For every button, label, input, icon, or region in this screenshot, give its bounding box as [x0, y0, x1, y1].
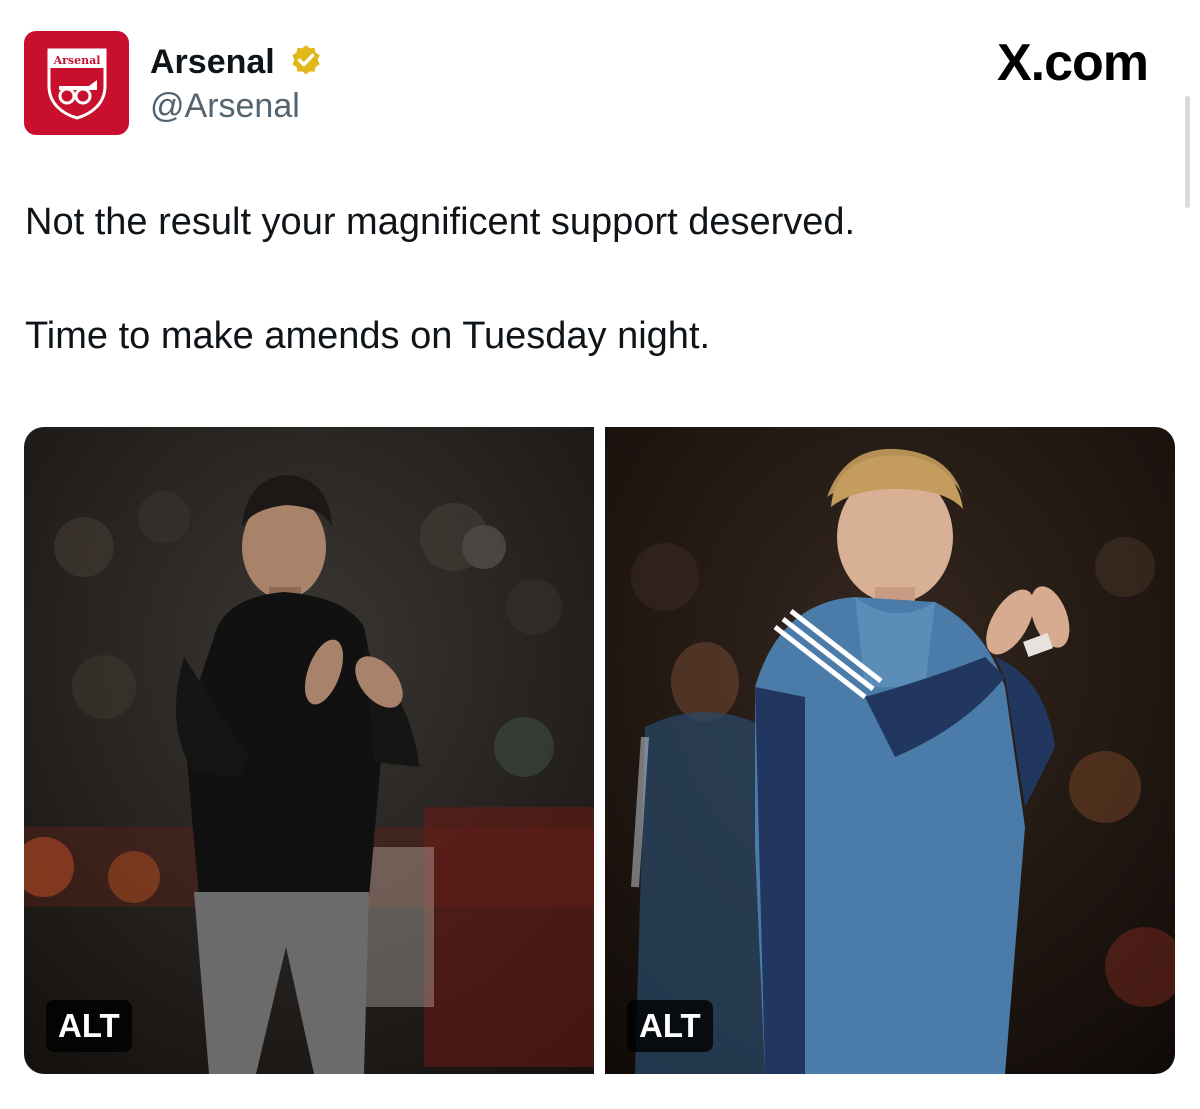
author-display-name[interactable]: Arsenal — [150, 40, 275, 84]
post-text-line-2: Time to make amends on Tuesday night. — [25, 315, 711, 357]
scrollbar[interactable] — [1185, 96, 1190, 208]
author-avatar[interactable]: Arsenal — [24, 31, 129, 135]
photo-manager-applauding — [24, 427, 594, 1074]
post-photo-2[interactable]: ALT — [605, 427, 1175, 1074]
alt-text-button[interactable]: ALT — [46, 1000, 132, 1052]
photo-player-applauding — [605, 427, 1175, 1074]
site-watermark: X.com — [996, 34, 1149, 92]
alt-text-button[interactable]: ALT — [627, 1000, 713, 1052]
svg-text:Arsenal: Arsenal — [52, 54, 100, 67]
author-handle[interactable]: @Arsenal — [150, 84, 300, 128]
verified-badge-icon — [292, 45, 320, 75]
post-photo-1[interactable]: ALT — [24, 427, 594, 1074]
arsenal-crest-icon: Arsenal — [47, 48, 106, 120]
post-text-line-1: Not the result your magnificent support … — [25, 201, 856, 243]
post-media-grid: ALT ALT — [24, 427, 1175, 1074]
